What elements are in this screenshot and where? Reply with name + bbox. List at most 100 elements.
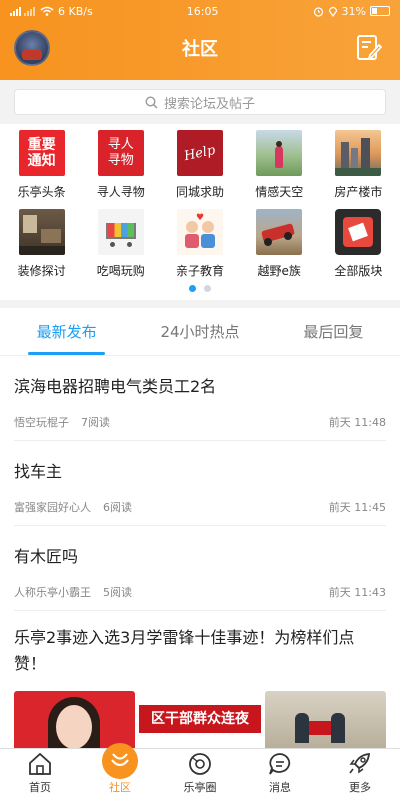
category-emotion[interactable]: 情感天空	[240, 130, 319, 209]
lost-tile-text-1: 寻人	[107, 137, 134, 152]
help-tile-text: Help	[183, 142, 217, 164]
category-headline[interactable]: 重要 通知 乐亭头条	[2, 130, 81, 209]
signal-icon	[10, 7, 35, 16]
headline-tile-text-2: 通知	[27, 153, 56, 169]
header: 6 KB/s 16:05 31% 社区	[0, 0, 400, 80]
real-estate-icon	[335, 130, 382, 176]
nav-more[interactable]: 更多	[320, 749, 400, 800]
battery-icon	[369, 6, 390, 16]
headline-tile-text-1: 重要	[27, 137, 56, 153]
category-label: 越野e族	[257, 264, 301, 278]
nav-label: 更多	[349, 781, 371, 794]
clock: 16:05	[186, 4, 219, 18]
tab-24h-hot[interactable]: 24小时热点	[133, 308, 266, 355]
category-label: 寻人寻物	[96, 185, 145, 199]
list-item[interactable]: 滨海电器招聘电气类员工2名 悟空玩棍子 7阅读 前天 11:48	[14, 356, 386, 441]
compose-icon[interactable]	[356, 34, 382, 62]
list-item[interactable]: 有木匠吗 人称乐亭小霸王 5阅读 前天 11:43	[14, 526, 386, 611]
category-label: 房产楼市	[334, 185, 383, 199]
category-label: 装修探讨	[17, 264, 66, 278]
nav-label: 首页	[29, 781, 51, 794]
search-area: 搜索论坛及帖子	[0, 80, 400, 124]
category-parenting[interactable]: ♥ 亲子教育	[160, 209, 239, 288]
post-list: 滨海电器招聘电气类员工2名 悟空玩棍子 7阅读 前天 11:48 找车主 富强家园…	[0, 356, 400, 763]
post-title: 乐亭2事迹入选3月学雷锋十佳事迹！为榜样们点赞！	[14, 628, 355, 673]
post-image-group[interactable]	[264, 691, 386, 751]
nav-home[interactable]: 首页	[0, 749, 80, 800]
location-icon	[328, 6, 337, 17]
nav-label: 社区	[109, 781, 131, 794]
shopping-cart-icon	[97, 209, 144, 255]
help-icon: Help	[177, 130, 223, 176]
post-author: 人称乐亭小霸王	[14, 586, 91, 599]
tab-latest[interactable]: 最新发布	[0, 308, 133, 355]
post-time: 前天 11:45	[328, 501, 386, 514]
battery-percent: 31%	[341, 4, 366, 18]
headline-news-icon: 重要 通知	[18, 130, 65, 176]
post-meta: 富强家园好心人 6阅读 前天 11:45	[14, 499, 386, 515]
battery-level	[371, 8, 377, 14]
status-bar: 6 KB/s 16:05 31%	[0, 0, 400, 22]
post-time: 前天 11:43	[328, 586, 386, 599]
page-dot-active[interactable]	[189, 285, 196, 292]
category-label: 情感天空	[255, 185, 304, 199]
message-icon	[269, 753, 291, 775]
emotion-icon	[256, 130, 303, 176]
all-boards-icon	[335, 209, 382, 255]
category-label: 全部版块	[334, 264, 383, 278]
post-image-banner[interactable]: 区干部群众连夜	[139, 691, 261, 751]
page-indicator	[0, 285, 400, 292]
category-shopping[interactable]: 吃喝玩购	[81, 209, 160, 288]
post-time: 前天 11:48	[328, 416, 386, 429]
category-offroad[interactable]: 越野e族	[240, 209, 319, 288]
feed-tabs: 最新发布 24小时热点 最后回复	[0, 308, 400, 356]
status-right: 31%	[313, 5, 390, 18]
tab-last-reply[interactable]: 最后回复	[267, 308, 400, 355]
nav-circle[interactable]: 乐亭圈	[160, 749, 240, 800]
post-reads: 5阅读	[103, 586, 132, 599]
page-dot[interactable]	[204, 285, 211, 292]
page-title: 社区	[182, 39, 218, 59]
nav-label: 消息	[269, 781, 291, 794]
banner-text: 区干部群众连夜	[139, 705, 261, 733]
lost-tile-text-2: 寻物	[107, 153, 134, 168]
category-decoration[interactable]: 装修探讨	[2, 209, 81, 288]
status-left: 6 KB/s	[10, 5, 93, 18]
post-images: 区干部群众连夜	[14, 691, 386, 751]
post-meta: 人称乐亭小霸王 5阅读 前天 11:43	[14, 584, 386, 600]
search-input[interactable]: 搜索论坛及帖子	[14, 89, 386, 115]
nav-label: 乐亭圈	[183, 781, 217, 794]
nav-community[interactable]: 社区	[80, 743, 160, 800]
category-label: 同城求助	[176, 185, 225, 199]
category-label: 亲子教育	[176, 264, 225, 278]
decoration-icon	[18, 209, 65, 255]
avatar[interactable]	[14, 30, 50, 66]
list-item[interactable]: 乐亭2事迹入选3月学雷锋十佳事迹！为榜样们点赞！ 区干部群众连夜	[14, 611, 386, 763]
offroad-icon	[256, 209, 303, 255]
post-title: 滨海电器招聘电气类员工2名	[14, 377, 217, 396]
post-author: 悟空玩棍子	[14, 416, 69, 429]
category-real-estate[interactable]: 房产楼市	[319, 130, 398, 209]
post-title: 有木匠吗	[14, 547, 79, 566]
community-icon	[102, 743, 138, 779]
category-lost-found[interactable]: 寻人 寻物 寻人寻物	[81, 130, 160, 209]
network-speed: 6 KB/s	[58, 4, 93, 18]
category-help[interactable]: Help 同城求助	[160, 130, 239, 209]
lost-and-found-icon: 寻人 寻物	[97, 130, 144, 176]
category-all[interactable]: 全部版块	[319, 209, 398, 288]
category-label: 吃喝玩购	[96, 264, 145, 278]
circle-icon	[189, 753, 211, 775]
nav-messages[interactable]: 消息	[240, 749, 320, 800]
post-reads: 7阅读	[81, 416, 110, 429]
parenting-icon: ♥	[177, 209, 223, 255]
post-image-portrait[interactable]	[14, 691, 136, 751]
wifi-icon	[40, 6, 54, 16]
post-meta: 悟空玩棍子 7阅读 前天 11:48	[14, 414, 386, 430]
nav-bar: 社区	[0, 22, 400, 74]
post-author: 富强家园好心人	[14, 501, 91, 514]
category-row: 装修探讨 吃喝玩购 ♥ 亲子教育 越野e族 全部版块	[0, 209, 400, 288]
search-placeholder: 搜索论坛及帖子	[163, 96, 255, 112]
list-item[interactable]: 找车主 富强家园好心人 6阅读 前天 11:45	[14, 441, 386, 526]
category-grid: 重要 通知 乐亭头条 寻人 寻物 寻人寻物 Help 同城求助 情感天空 房产楼…	[0, 124, 400, 308]
bottom-nav: 首页 社区 乐亭圈 消息 更多	[0, 743, 400, 800]
